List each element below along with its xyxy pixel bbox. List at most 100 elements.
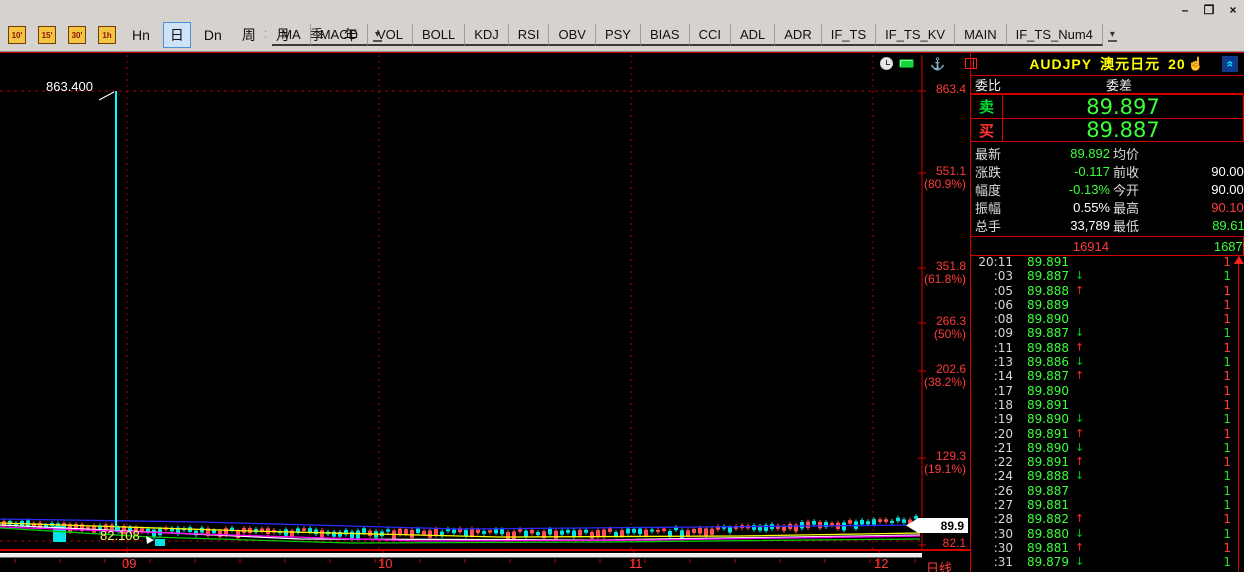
indicator-button-BIAS[interactable]: BIAS [640, 24, 690, 46]
tick-volume: 1 [1223, 540, 1231, 555]
stat-label: 最低 [1113, 218, 1140, 234]
time-icon-button-30[interactable]: 30' [68, 26, 86, 44]
tick-price: 89.887 [1027, 269, 1069, 284]
period-button-Dn[interactable]: Dn [197, 24, 229, 46]
tick-row[interactable]: 20:11 89.891 1 [971, 255, 1244, 269]
close-button[interactable]: × [1226, 3, 1240, 17]
anchor-icon[interactable]: ⚓ [930, 58, 945, 70]
indicator-button-PSY[interactable]: PSY [595, 24, 641, 46]
x-axis-label: 11 [629, 556, 643, 571]
symbol-name: 澳元日元 [1100, 56, 1161, 72]
tick-scrollbar-track[interactable] [1238, 255, 1239, 572]
ask-row[interactable]: 卖 89.897 [971, 95, 1243, 119]
period-button-Hn[interactable]: Hn [125, 24, 157, 46]
tick-time: :17 [993, 383, 1013, 398]
up-arrow-icon: ↑ [1075, 283, 1085, 297]
tick-row[interactable]: :30 89.880 ↓ 1 [971, 527, 1244, 541]
indicator-button-MAIN[interactable]: MAIN [955, 24, 1007, 46]
bid-ask-box: 卖 89.897 买 89.887 [971, 94, 1244, 142]
indicator-button-IF_TS_Num4[interactable]: IF_TS_Num4 [1006, 24, 1103, 46]
bid-row[interactable]: 买 89.887 [971, 118, 1243, 142]
peak-price-label: 863.400 [46, 79, 93, 94]
weibi-label: 委比 [975, 78, 1002, 93]
tick-row[interactable]: :19 89.890 ↓ 1 [971, 412, 1244, 426]
tick-row[interactable]: :31 89.879 ↓ 1 [971, 555, 1244, 569]
down-arrow-icon: ↓ [1075, 440, 1085, 454]
terminal-screen: 863.400 82.108 863.4 551.1 (80.9%) 351.8 (61… [0, 52, 1244, 572]
tick-price: 89.891 [1027, 255, 1069, 269]
tick-row[interactable]: :26 89.887 1 [971, 484, 1244, 498]
tick-time: :24 [993, 469, 1013, 484]
time-and-sales-list[interactable]: 20:11 89.891 1:03 89.887 ↓ 1:05 89.888 ↑ 1:06 89.… [971, 255, 1244, 572]
price-chart[interactable]: 863.400 82.108 863.4 551.1 (80.9%) 351.8 (61… [0, 53, 977, 572]
indicator-button-ADR[interactable]: ADR [775, 24, 822, 46]
stat-value: 90.009 [1211, 163, 1244, 179]
tick-row[interactable]: :24 89.888 ↓ 1 [971, 469, 1244, 483]
down-arrow-icon: ↓ [1075, 355, 1085, 369]
indicator-button-MA[interactable]: MA [272, 24, 311, 46]
tick-row[interactable]: :09 89.887 ↓ 1 [971, 326, 1244, 340]
tick-price: 89.891 [1027, 426, 1069, 441]
collapse-panel-icon[interactable]: « [1222, 56, 1238, 72]
chart-horizontal-scrollbar[interactable] [0, 553, 922, 558]
top-toolbar: – ❐ × 10' 15' 30' 1h Hn 日 Dn 周月季年 ▾ ⁚ MA MACD VOL BO… [0, 0, 1244, 52]
tick-row[interactable]: :22 89.891 ↑ 1 [971, 455, 1244, 469]
tick-row[interactable]: :13 89.886 ↓ 1 [971, 355, 1244, 369]
indicator-button-RSI[interactable]: RSI [508, 24, 550, 46]
tick-volume: 1 [1223, 512, 1231, 527]
chart-corner-icons: ⚓ [880, 57, 977, 70]
tick-price: 89.887 [1027, 326, 1069, 341]
keyboard-icon[interactable] [899, 59, 914, 68]
tick-row[interactable]: :27 89.881 1 [971, 498, 1244, 512]
low-price-label: 82.108 [100, 528, 140, 543]
tick-volume: 1 [1223, 312, 1231, 327]
minimize-button[interactable]: – [1178, 3, 1192, 17]
indicator-button-MACD[interactable]: MACD [310, 24, 368, 46]
inner-label: 内盘 [1113, 239, 1140, 255]
up-arrow-icon: ↑ [1075, 540, 1085, 554]
quote-title-bar: AUDJPY 澳元日元 20 ☝ « [971, 53, 1244, 76]
hand-cursor-icon[interactable]: ☝ [1188, 56, 1204, 72]
buy-label: 买 [971, 119, 1003, 141]
indicator-button-ADL[interactable]: ADL [730, 24, 776, 46]
stat-row: 幅度 -0.13%今开 90.007 [971, 180, 1244, 198]
stat-label: 涨跌 [975, 164, 1002, 180]
indicator-button-BOLL[interactable]: BOLL [412, 24, 466, 46]
indicator-overflow-icon[interactable]: ▾ [1107, 29, 1117, 42]
scroll-up-icon[interactable] [1234, 256, 1244, 264]
tick-row[interactable]: :30 89.881 ↑ 1 [971, 541, 1244, 555]
tick-row[interactable]: :11 89.888 ↑ 1 [971, 341, 1244, 355]
tick-row[interactable]: :20 89.891 ↑ 1 [971, 427, 1244, 441]
tick-row[interactable]: :17 89.890 1 [971, 384, 1244, 398]
indicator-button-VOL[interactable]: VOL [367, 24, 413, 46]
indicator-button-IF_TS[interactable]: IF_TS [821, 24, 877, 46]
indicator-button-OBV[interactable]: OBV [549, 24, 596, 46]
time-icon-button-15[interactable]: 15' [38, 26, 56, 44]
tick-row[interactable]: :05 89.888 ↑ 1 [971, 284, 1244, 298]
period-button-周[interactable]: 周 [235, 22, 263, 48]
tick-volume: 1 [1223, 426, 1231, 441]
tick-row[interactable]: :21 89.890 ↓ 1 [971, 441, 1244, 455]
tick-price: 89.890 [1027, 440, 1069, 455]
stat-row: 最新 89.892 均价 [971, 144, 1244, 162]
time-icon-button-10[interactable]: 10' [8, 26, 26, 44]
tick-row[interactable]: :28 89.882 ↑ 1 [971, 512, 1244, 526]
period-button-日[interactable]: 日 [162, 22, 191, 48]
indicator-button-CCI[interactable]: CCI [689, 24, 731, 46]
tick-row[interactable]: :08 89.890 1 [971, 312, 1244, 326]
stat-value: 90.007 [1211, 181, 1244, 197]
time-icon-button-1h[interactable]: 1h [98, 26, 116, 44]
sell-label: 卖 [971, 95, 1003, 118]
tick-row[interactable]: :06 89.889 1 [971, 298, 1244, 312]
restore-button[interactable]: ❐ [1202, 3, 1216, 17]
indicator-button-KDJ[interactable]: KDJ [465, 24, 509, 46]
tick-price: 89.891 [1027, 455, 1069, 470]
tick-row[interactable]: :14 89.887 ↑ 1 [971, 369, 1244, 383]
tick-row[interactable]: :03 89.887 ↓ 1 [971, 269, 1244, 283]
tick-price: 89.879 [1027, 555, 1069, 570]
chart-period-label[interactable]: 日线 [926, 558, 952, 572]
tick-row[interactable]: :18 89.891 1 [971, 398, 1244, 412]
clock-icon[interactable] [880, 57, 893, 70]
stat-row: 涨跌 -0.117前收 90.009 [971, 162, 1244, 180]
indicator-button-IF_TS_KV[interactable]: IF_TS_KV [876, 24, 956, 46]
